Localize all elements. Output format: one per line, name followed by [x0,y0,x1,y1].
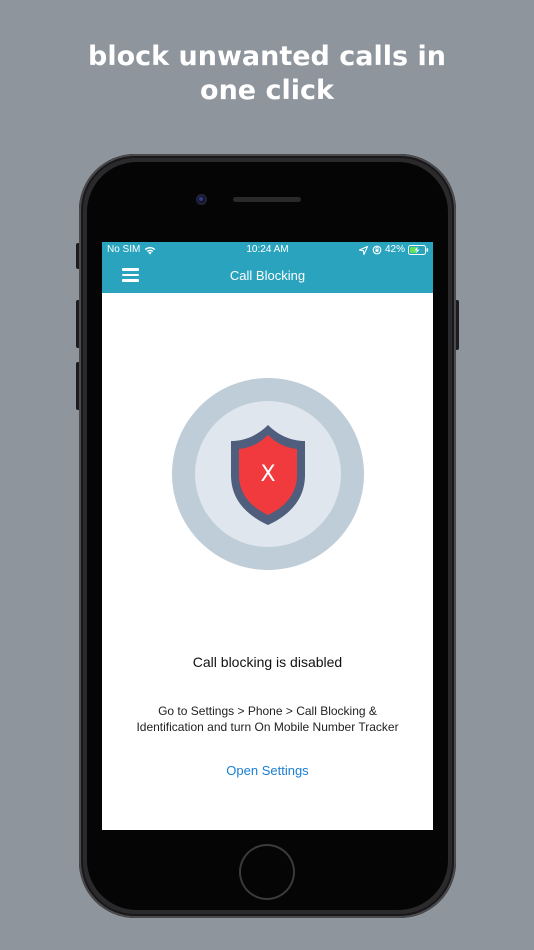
instructions-line-1: Go to Settings > Phone > Call Blocking & [158,704,377,718]
navigation-bar: Call Blocking [102,258,433,293]
status-bar: No SIM 10:24 AM 42% [102,242,433,258]
page-title: Call Blocking [229,268,306,283]
promo-headline: block unwanted calls in one click [0,40,534,108]
instructions-text: Go to Settings > Phone > Call Blocking &… [102,703,433,735]
shield-x-icon: X [172,378,364,570]
shield-mark: X [260,462,275,487]
open-settings-link[interactable]: Open Settings [202,763,333,778]
headline-line-1: block unwanted calls in [88,41,446,72]
status-illustration: X [171,377,365,571]
headline-line-2: one click [200,75,334,106]
battery-percent: 42% [384,244,405,255]
front-camera [196,194,207,205]
status-title: Call blocking is disabled [192,654,343,670]
battery-icon [408,245,429,255]
instructions-line-2: Identification and turn On Mobile Number… [136,720,399,734]
home-button[interactable] [241,846,293,898]
earpiece-speaker [233,197,301,202]
orientation-lock-icon [372,245,382,255]
app-screen: No SIM 10:24 AM 42% Call Blocking X Call… [102,242,433,830]
location-arrow-icon [358,245,368,255]
